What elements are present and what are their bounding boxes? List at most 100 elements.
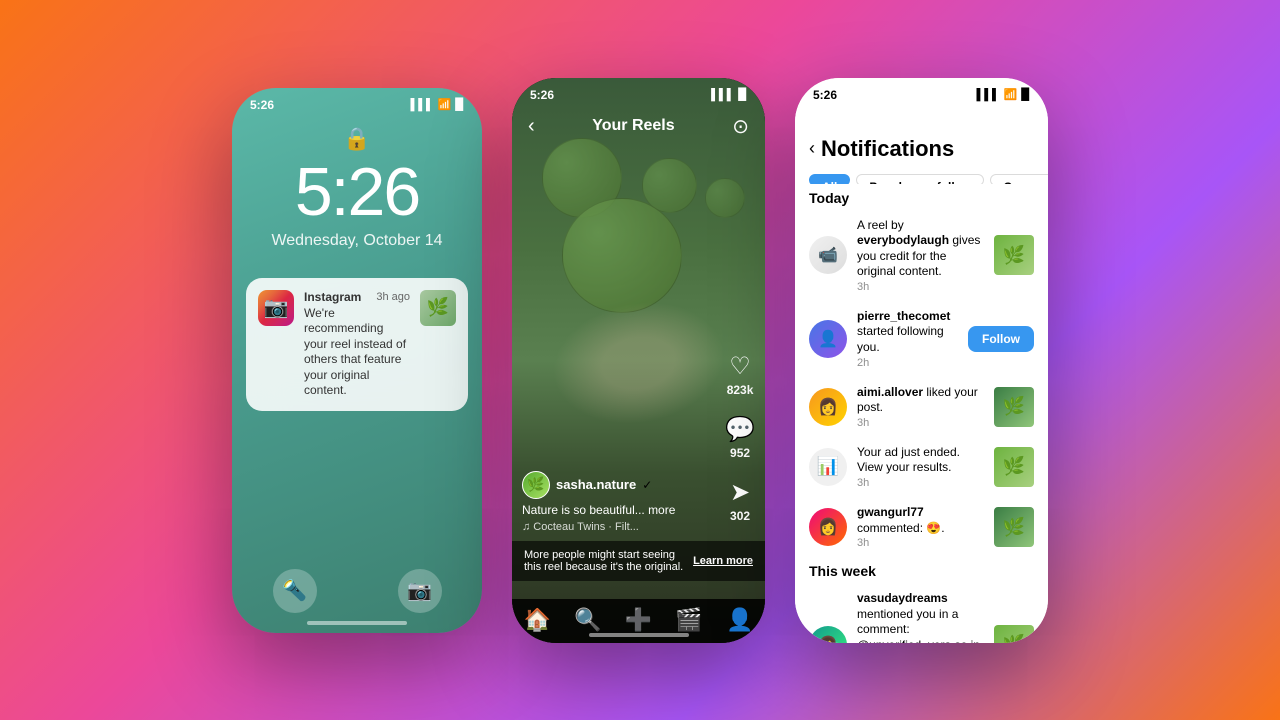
status-bar-3: 5:26 ▌▌▌ 📶 ▉ xyxy=(795,78,1048,106)
notif-text-mention: vasudaydreams mentioned you in a comment… xyxy=(857,591,984,642)
notif-item-mention[interactable]: 👩 vasudaydreams mentioned you in a comme… xyxy=(795,583,1048,642)
notification-time: 3h ago xyxy=(376,291,410,303)
nav-search-icon[interactable]: 🔍 xyxy=(574,607,601,633)
filter-people-you-follow[interactable]: People you follow xyxy=(856,174,984,184)
nav-add-icon[interactable]: ➕ xyxy=(625,607,652,633)
back-arrow-icon[interactable]: ‹ xyxy=(809,138,815,159)
notif-item-follow[interactable]: 👤 pierre_thecomet started following you.… xyxy=(795,301,1048,377)
filter-comments[interactable]: Comments xyxy=(990,174,1048,184)
reels-music: ♫ Cocteau Twins · Filt... xyxy=(522,521,705,533)
notification-text: We're recommending your reel instead of … xyxy=(304,306,410,400)
share-icon: ➤ xyxy=(730,478,750,507)
notif-text-ad: Your ad just ended. View your results. xyxy=(857,445,984,476)
notif-text-comment: gwangurl77 commented: 😍. xyxy=(857,505,984,536)
reels-title: Your Reels xyxy=(535,117,733,135)
battery-icon-3: ▉ xyxy=(1022,88,1030,101)
notif-avatar-ad: 📊 xyxy=(809,448,847,486)
section-today: Today xyxy=(795,184,1048,210)
notif-body-like: aimi.allover liked your post. 3h xyxy=(857,385,984,429)
status-bar-2: 5:26 ▌▌▌ ▉ xyxy=(512,78,765,106)
notif-text-like: aimi.allover liked your post. xyxy=(857,385,984,416)
phone-lockscreen: 5:26 ▌▌▌ 📶 ▉ 🔒 5:26 Wednesday, October 1… xyxy=(232,88,482,633)
notification-header: Instagram 3h ago xyxy=(304,290,410,304)
notifications-title: Notifications xyxy=(821,136,954,162)
filter-all[interactable]: All xyxy=(809,174,850,184)
reels-camera-icon[interactable]: ⊙ xyxy=(732,114,749,139)
notification-card[interactable]: 📷 Instagram 3h ago We're recommending yo… xyxy=(246,278,468,412)
share-action[interactable]: ➤ 302 xyxy=(730,478,750,523)
notif-item-ad[interactable]: 📊 Your ad just ended. View your results.… xyxy=(795,437,1048,497)
notif-time-reel: 3h xyxy=(857,281,984,293)
notifications-header: ‹ Notifications xyxy=(795,106,1048,170)
notif-avatar-reel: 📹 xyxy=(809,236,847,274)
reels-username[interactable]: sasha.nature xyxy=(556,477,636,492)
likes-action[interactable]: ♡ 823k xyxy=(727,352,754,397)
comments-action[interactable]: 💬 952 xyxy=(725,415,755,460)
notif-body-reel: A reel by everybodylaugh gives you credi… xyxy=(857,218,984,293)
notif-thumb-like: 🌿 xyxy=(994,387,1034,427)
reels-actions: ♡ 823k 💬 952 ➤ 302 xyxy=(725,352,755,523)
nav-profile-icon[interactable]: 👤 xyxy=(726,607,753,633)
filter-tabs: All People you follow Comments Follows xyxy=(795,170,1048,184)
section-this-week: This week xyxy=(795,557,1048,583)
lock-icon: 🔒 xyxy=(232,126,482,152)
notif-avatar-mention: 👩 xyxy=(809,626,847,643)
notif-time-follow: 2h xyxy=(857,357,958,369)
notif-thumb-ad: 🌿 xyxy=(994,447,1034,487)
notifications-screen: 5:26 ▌▌▌ 📶 ▉ ‹ Notifications All People … xyxy=(795,78,1048,643)
notif-item-comment[interactable]: 👩 gwangurl77 commented: 😍. 3h 🌿 xyxy=(795,497,1048,557)
home-indicator-2 xyxy=(589,633,689,637)
camera-button[interactable]: 📷 xyxy=(398,569,442,613)
notification-content: Instagram 3h ago We're recommending your… xyxy=(304,290,410,400)
nav-reels-icon[interactable]: 🎬 xyxy=(675,607,702,633)
follow-button[interactable]: Follow xyxy=(968,326,1034,352)
nav-home-icon[interactable]: 🏠 xyxy=(524,607,551,633)
lock-date: Wednesday, October 14 xyxy=(232,232,482,250)
notification-thumbnail: 🌿 xyxy=(420,290,456,326)
time-3: 5:26 xyxy=(813,88,837,102)
reels-screen: 5:26 ▌▌▌ ▉ ‹ Your Reels ⊙ ♡ 823k 💬 952 ➤… xyxy=(512,78,765,643)
lily-pad-3 xyxy=(562,198,682,313)
notif-time-ad: 3h xyxy=(857,477,984,489)
notif-thumb-mention: 🌿 xyxy=(994,625,1034,643)
status-icons-3: ▌▌▌ 📶 ▉ xyxy=(976,88,1030,101)
time-2: 5:26 xyxy=(530,88,554,102)
notif-time-like: 3h xyxy=(857,417,984,429)
reels-avatar: 🌿 xyxy=(522,471,550,499)
notif-text-follow: pierre_thecomet started following you. xyxy=(857,309,958,356)
reels-caption: Nature is so beautiful... more xyxy=(522,503,705,517)
battery-icon-1: ▉ xyxy=(456,98,464,111)
reels-user-row: 🌿 sasha.nature ✓ xyxy=(522,471,705,499)
home-indicator-1 xyxy=(307,621,407,625)
wifi-icon-1: 📶 xyxy=(438,98,452,111)
learn-more-link[interactable]: Learn more xyxy=(693,555,753,567)
notif-body-follow: pierre_thecomet started following you. 2… xyxy=(857,309,958,369)
notif-thumb-reel: 🌿 xyxy=(994,235,1034,275)
lock-screen-content: 🔒 5:26 Wednesday, October 14 xyxy=(232,116,482,250)
lock-time: 5:26 xyxy=(232,158,482,226)
notif-thumb-comment: 🌿 xyxy=(994,507,1034,547)
notif-time-comment: 3h xyxy=(857,537,984,549)
notif-body-ad: Your ad just ended. View your results. 3… xyxy=(857,445,984,489)
time-1: 5:26 xyxy=(250,98,274,112)
notif-avatar-follow: 👤 xyxy=(809,320,847,358)
notif-avatar-like: 👩 xyxy=(809,388,847,426)
flashlight-button[interactable]: 🔦 xyxy=(273,569,317,613)
likes-count: 823k xyxy=(727,383,754,397)
status-icons-2: ▌▌▌ ▉ xyxy=(711,88,747,101)
lock-bottom-controls: 🔦 📷 xyxy=(232,569,482,613)
notif-text-reel: A reel by everybodylaugh gives you credi… xyxy=(857,218,984,280)
phone-reels: 5:26 ▌▌▌ ▉ ‹ Your Reels ⊙ ♡ 823k 💬 952 ➤… xyxy=(512,78,765,643)
phone-notifications: 5:26 ▌▌▌ 📶 ▉ ‹ Notifications All People … xyxy=(795,78,1048,643)
wifi-icon-3: 📶 xyxy=(1004,88,1018,101)
notif-body-mention: vasudaydreams mentioned you in a comment… xyxy=(857,591,984,642)
notif-item-like[interactable]: 👩 aimi.allover liked your post. 3h 🌿 xyxy=(795,377,1048,437)
notification-app-name: Instagram xyxy=(304,290,361,304)
status-icons-1: ▌▌▌ 📶 ▉ xyxy=(410,98,464,111)
notif-avatar-comment: 👩 xyxy=(809,508,847,546)
notif-item-reel-credit[interactable]: 📹 A reel by everybodylaugh gives you cre… xyxy=(795,210,1048,301)
reels-promo-text: More people might start seeing this reel… xyxy=(524,549,693,573)
reels-back-icon[interactable]: ‹ xyxy=(528,115,535,138)
reels-info: 🌿 sasha.nature ✓ Nature is so beautiful.… xyxy=(522,471,705,533)
verified-icon: ✓ xyxy=(642,478,652,492)
